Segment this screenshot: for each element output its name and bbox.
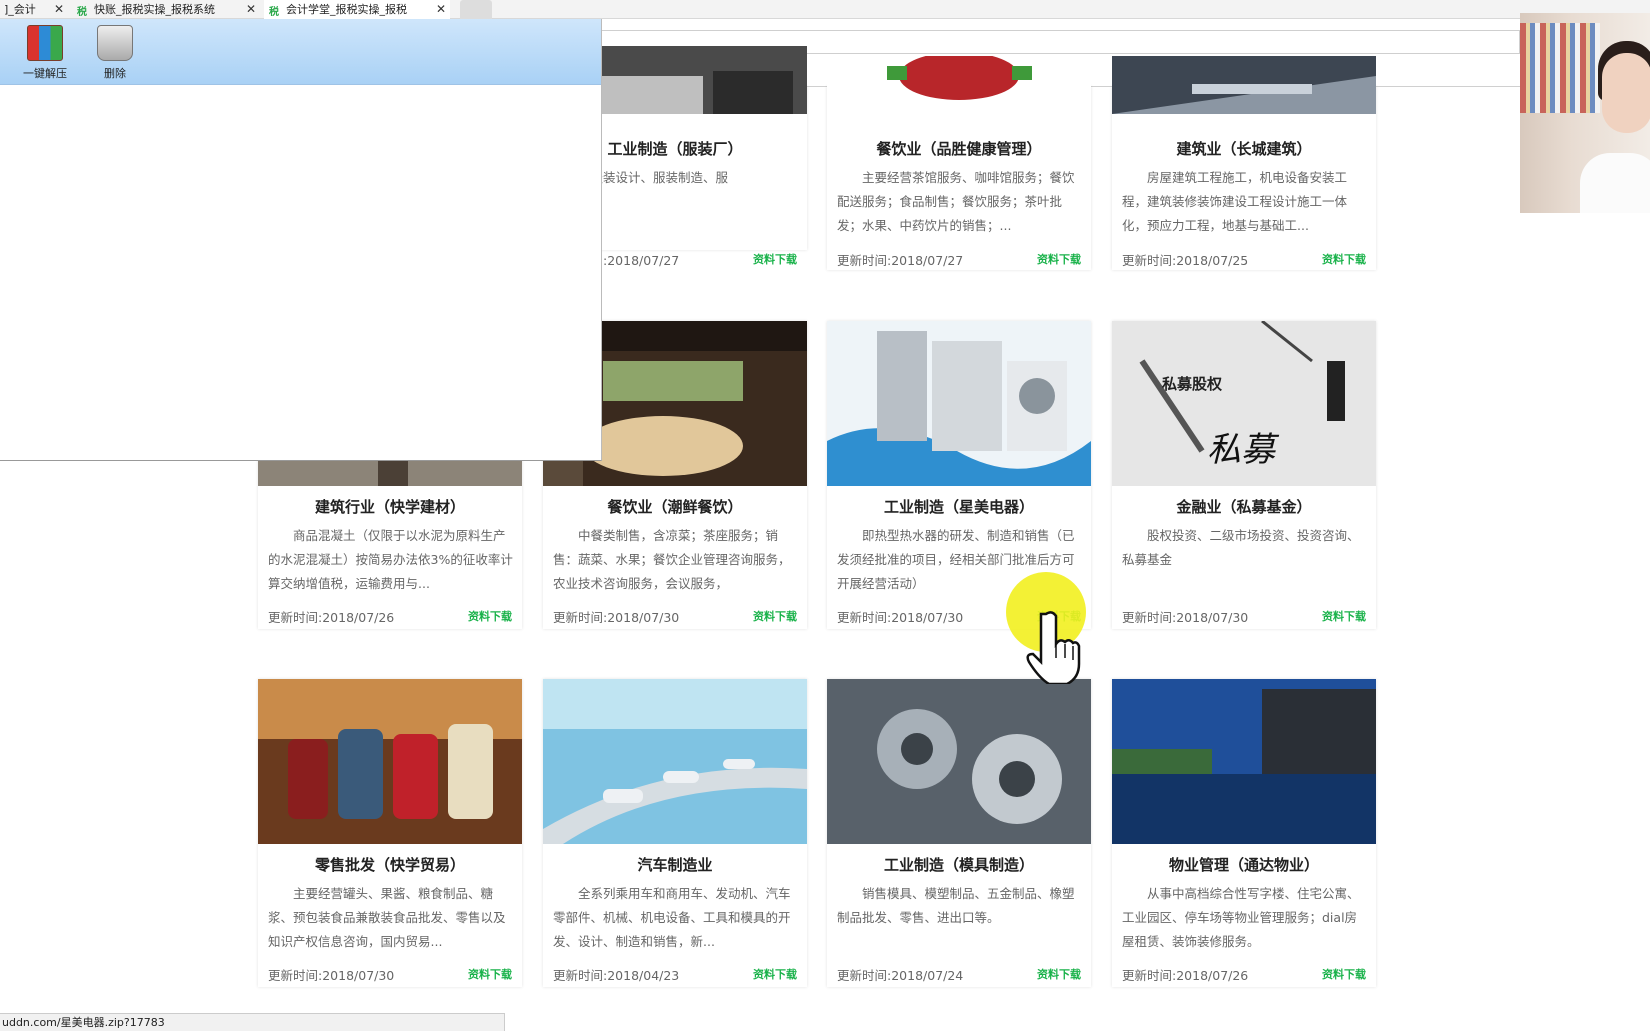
card-description: 商品混凝土（仅限于以水泥为原料生产的水泥混凝土）按简易办法依3%的征收率计算交纳… <box>268 528 513 591</box>
update-time: 更新时间:2018/07/30 <box>268 968 395 983</box>
archive-toolbar: 一键解压 删除 <box>0 19 601 85</box>
status-bar-url: uddn.com/星美电器.zip?17783 <box>0 1013 505 1031</box>
download-link[interactable]: 资料下载 <box>468 608 512 624</box>
tax-icon: 税 <box>77 7 87 18</box>
engine-gears-photo <box>827 679 1091 844</box>
card-title[interactable]: 金融业（私募基金） <box>1112 496 1376 517</box>
company-card[interactable]: 建筑业（长城建筑） 房屋建筑工程施工，机电设备安装工程，建筑装修装饰建设工程设计… <box>1112 56 1376 270</box>
office-building-photo <box>1112 679 1376 844</box>
winrar-icon <box>27 25 63 61</box>
delete-button[interactable]: 删除 <box>87 25 143 81</box>
card-title[interactable]: 工业制造（模具制造） <box>827 854 1091 875</box>
card-title[interactable]: 建筑业（长城建筑） <box>1112 138 1376 159</box>
new-tab-button[interactable] <box>460 0 492 19</box>
update-time: 更新时间:2018/04/23 <box>553 968 680 983</box>
presenter-shirt <box>1580 153 1650 213</box>
photo-text: 私募股权 <box>1161 375 1223 393</box>
update-time: 更新时间:2018/07/26 <box>268 610 395 625</box>
company-card[interactable]: 私募股权 私募 金融业（私募基金） 股权投资、二级市场投资、投资咨询、私募基金 … <box>1112 321 1376 629</box>
card-description: 主要经营罐头、果酱、粮食制品、糖浆、预包装食品兼散装食品批发、零售以及知识产权信… <box>268 886 506 949</box>
card-title[interactable]: 餐饮业（潮鲜餐饮） <box>543 496 807 517</box>
archive-panel: 一键解压 删除 <box>0 19 602 461</box>
card-title[interactable]: 建筑行业（快学建材） <box>258 496 522 517</box>
download-link[interactable]: 资料下载 <box>753 608 797 624</box>
photo-text: 私募 <box>1207 430 1280 470</box>
close-icon[interactable]: ✕ <box>54 0 64 19</box>
card-description: 主要经营茶馆服务、咖啡馆服务；餐饮配送服务；食品制售；餐饮服务；茶叶批发；水果、… <box>837 170 1075 233</box>
candles-photo <box>258 679 522 844</box>
recycle-bin-icon <box>97 25 133 61</box>
card-title[interactable]: 汽车制造业 <box>543 854 807 875</box>
download-link[interactable]: 资料下载 <box>1322 608 1366 624</box>
company-card[interactable]: 物业管理（通达物业） 从事中高档综合性写字楼、住宅公寓、工业园区、停车场等物业管… <box>1112 679 1376 987</box>
appliances-photo <box>827 321 1091 486</box>
presenter-face <box>1602 53 1650 133</box>
private-equity-photo: 私募股权 私募 <box>1112 321 1376 486</box>
close-icon[interactable]: ✕ <box>246 0 256 19</box>
company-card[interactable]: 汽车制造业 全系列乘用车和商用车、发动机、汽车零部件、机械、机电设备、工具和模具… <box>543 679 807 987</box>
card-description: 销售模具、模塑制品、五金制品、橡塑制品批发、零售、进出口等。 <box>837 886 1075 925</box>
update-time: 更新时间:2018/07/30 <box>837 610 964 625</box>
download-link[interactable]: 资料下载 <box>753 251 797 267</box>
company-card[interactable]: 餐饮业（品胜健康管理） 主要经营茶馆服务、咖啡馆服务；餐饮配送服务；食品制售；餐… <box>827 56 1091 270</box>
card-title[interactable]: 物业管理（通达物业） <box>1112 854 1376 875</box>
extract-button[interactable]: 一键解压 <box>17 25 73 81</box>
download-link[interactable]: 资料下载 <box>1322 966 1366 982</box>
download-link[interactable]: 资料下载 <box>1322 251 1366 267</box>
card-title[interactable]: 餐饮业（品胜健康管理） <box>827 138 1091 159</box>
close-icon[interactable]: ✕ <box>436 0 446 19</box>
company-card[interactable]: 零售批发（快学贸易） 主要经营罐头、果酱、粮食制品、糖浆、预包装食品兼散装食品批… <box>258 679 522 987</box>
cars-photo <box>543 679 807 844</box>
update-time: 更新时间:2018/07/25 <box>1122 253 1249 268</box>
card-description: 中餐类制售，含凉菜；茶座服务；销售：蔬菜、水果；餐饮企业管理咨询服务，农业技术咨… <box>553 528 791 591</box>
update-time: 更新时间:2018/07/26 <box>1122 968 1249 983</box>
update-time: 更新时间:2018/07/24 <box>837 968 964 983</box>
bookshelf <box>1520 23 1600 113</box>
browser-tab-active[interactable]: 税会计学堂_报税实操_报税 ✕ <box>264 0 450 19</box>
card-description: 全系列乘用车和商用车、发动机、汽车零部件、机械、机电设备、工具和模具的开发、设计… <box>553 886 791 949</box>
card-title[interactable]: 工业制造（星美电器） <box>827 496 1091 517</box>
download-link[interactable]: 资料下载 <box>468 966 512 982</box>
update-time: 更新时间:2018/07/30 <box>553 610 680 625</box>
browser-tab[interactable]: 税快账_报税实操_报税系统 ✕ <box>72 0 260 19</box>
download-link[interactable]: 资料下载 <box>1037 966 1081 982</box>
update-time: 更新时间:2018/07/30 <box>1122 610 1249 625</box>
tax-icon: 税 <box>269 7 279 18</box>
hand-pointer-icon <box>1026 611 1081 684</box>
food-photo <box>827 56 1091 114</box>
card-description: 从事中高档综合性写字楼、住宅公寓、工业园区、停车场等物业管理服务；dial房屋租… <box>1122 886 1360 949</box>
browser-tab[interactable]: ]_会计 ✕ <box>0 0 68 19</box>
update-time: 更新时间:2018/07/27 <box>837 253 964 268</box>
card-title[interactable]: 零售批发（快学贸易） <box>258 854 522 875</box>
download-link[interactable]: 资料下载 <box>753 966 797 982</box>
company-card[interactable]: 工业制造（模具制造） 销售模具、模塑制品、五金制品、橡塑制品批发、零售、进出口等… <box>827 679 1091 987</box>
webcam-overlay <box>1520 13 1650 213</box>
card-description: 股权投资、二级市场投资、投资咨询、私募基金 <box>1122 528 1360 567</box>
download-link[interactable]: 资料下载 <box>1037 251 1081 267</box>
card-description: 房屋建筑工程施工，机电设备安装工程，建筑装修装饰建设工程设计施工一体化，预应力工… <box>1122 170 1348 233</box>
browser-tab-bar: ]_会计 ✕ 税快账_报税实操_报税系统 ✕ 税会计学堂_报税实操_报税 ✕ <box>0 0 1650 19</box>
construction-photo <box>1112 56 1376 114</box>
